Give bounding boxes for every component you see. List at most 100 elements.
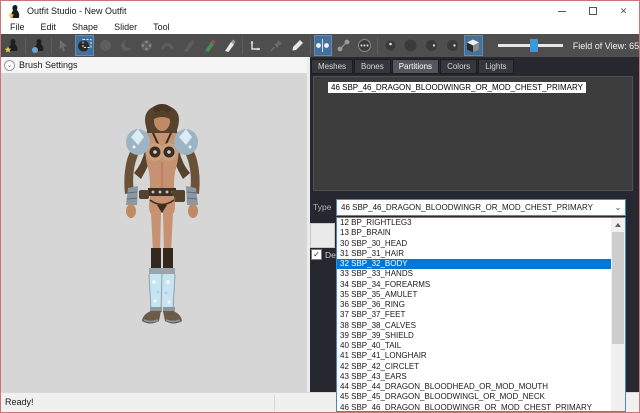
mask-brush-button[interactable] <box>75 35 94 56</box>
menu-item[interactable]: Edit <box>33 21 65 34</box>
load-reference-button[interactable] <box>29 35 48 56</box>
scroll-up-button[interactable] <box>611 218 625 231</box>
menu-bar: FileEditShapeSliderTool <box>1 21 639 34</box>
circle-filled-icon <box>403 38 418 53</box>
chevron-down-icon[interactable]: ⌄ <box>611 203 625 212</box>
transform-axes-icon <box>248 38 263 53</box>
dropdown-option[interactable]: 44 SBP_44_DRAGON_BLOODHEAD_OR_MOD_MOUTH <box>337 382 625 392</box>
panel-tab[interactable]: Bones <box>354 59 391 74</box>
select-arrow-icon <box>57 39 70 52</box>
status-text: Ready! <box>5 397 34 407</box>
dropdown-option[interactable]: 12 BP_RIGHTLEG3 <box>337 218 625 228</box>
color-brush-button[interactable] <box>200 35 219 56</box>
scrollbar-thumb[interactable] <box>612 232 624 344</box>
panel-tab[interactable]: Lights <box>478 59 513 74</box>
pin-tool-button[interactable] <box>267 35 286 56</box>
toolbar-separator <box>377 37 378 54</box>
circle-dot-icon <box>383 38 398 53</box>
partition-color-swatch[interactable] <box>310 223 335 248</box>
circle-view-1-button[interactable] <box>381 35 400 56</box>
dropdown-option[interactable]: 45 SBP_45_DRAGON_BLOODWINGL_OR_MOD_NECK <box>337 392 625 402</box>
edges-icon <box>336 38 351 53</box>
dropdown-items: 12 BP_RIGHTLEG313 BP_BRAIN30 SBP_30_HEAD… <box>337 218 625 412</box>
chevron-down-icon[interactable]: ⌄ <box>4 60 15 71</box>
maximize-button[interactable] <box>577 1 608 21</box>
weight-brush-button[interactable] <box>179 35 198 56</box>
circle-view-4-button[interactable] <box>443 35 462 56</box>
dropdown-option[interactable]: 33 SBP_33_HANDS <box>337 269 625 279</box>
dropdown-option[interactable]: 46 SBP_46_DRAGON_BLOODWINGR_OR_MOD_CHEST… <box>337 403 625 413</box>
fov-label: Field of View: 65 <box>573 41 639 51</box>
outfit-studio-window: Outfit Studio - New Outfit ✕ FileEditSha… <box>0 0 640 413</box>
dropdown-option[interactable]: 31 SBP_31_HAIR <box>337 249 625 259</box>
deflate-brush-button[interactable] <box>117 35 136 56</box>
deselect-checkbox[interactable]: ✓ <box>311 249 322 260</box>
fov-slider[interactable] <box>498 35 563 56</box>
dropdown-option[interactable]: 36 SBP_36_RING <box>337 300 625 310</box>
status-bar-divider <box>274 395 275 411</box>
character-model <box>87 100 235 336</box>
dropdown-option[interactable]: 41 SBP_41_LONGHAIR <box>337 351 625 361</box>
select-tool-button[interactable] <box>55 35 74 56</box>
minimize-icon <box>558 11 566 12</box>
dropdown-option[interactable]: 32 SBP_32_BODY <box>337 259 625 269</box>
dropdown-scrollbar[interactable] <box>611 218 625 411</box>
load-reference-icon <box>31 38 46 53</box>
menu-item[interactable]: Tool <box>145 21 178 34</box>
toggle-vertices-button[interactable] <box>314 35 333 56</box>
move-brush-icon <box>139 38 154 53</box>
panel-tab[interactable]: Partitions <box>392 59 439 74</box>
smooth-brush-button[interactable] <box>158 35 177 56</box>
menu-item[interactable]: File <box>2 21 33 34</box>
circle-view-3-button[interactable] <box>422 35 441 56</box>
dropdown-option[interactable]: 42 SBP_42_CIRCLET <box>337 362 625 372</box>
alpha-brush-icon <box>222 38 237 53</box>
dropdown-option[interactable]: 38 SBP_38_CALVES <box>337 321 625 331</box>
circle-dot-right-icon <box>424 38 439 53</box>
partition-type-combobox[interactable]: 46 SBP_46_DRAGON_BLOODWINGR_OR_MOD_CHEST… <box>336 199 626 216</box>
perspective-toggle-button[interactable] <box>464 35 483 56</box>
maximize-icon <box>589 7 597 15</box>
vertex-pen-button[interactable] <box>288 35 307 56</box>
load-project-icon <box>5 38 20 53</box>
toggle-edges-button[interactable] <box>334 35 353 56</box>
transform-tool-button[interactable] <box>246 35 265 56</box>
load-project-button[interactable] <box>3 35 22 56</box>
mask-brush-icon <box>77 38 92 53</box>
alpha-brush-button[interactable] <box>221 35 240 56</box>
menu-item[interactable]: Slider <box>106 21 145 34</box>
viewport-3d[interactable] <box>1 74 307 392</box>
dropdown-option[interactable]: 37 SBP_37_FEET <box>337 310 625 320</box>
brush-options-button[interactable] <box>355 35 374 56</box>
close-button[interactable]: ✕ <box>608 1 639 21</box>
fov-slider-thumb[interactable] <box>530 39 538 52</box>
partition-tree[interactable]: 46 SBP_46_DRAGON_BLOODWINGR_OR_MOD_CHEST… <box>313 76 633 191</box>
minimize-button[interactable] <box>546 1 577 21</box>
dropdown-option[interactable]: 39 SBP_39_SHIELD <box>337 331 625 341</box>
app-logo-icon <box>8 4 21 19</box>
vertices-icon <box>315 38 330 53</box>
panel-tab[interactable]: Meshes <box>311 59 353 74</box>
circle-view-2-button[interactable] <box>402 35 421 56</box>
menu-item[interactable]: Shape <box>64 21 106 34</box>
smooth-brush-icon <box>160 38 175 53</box>
vertex-pen-icon <box>290 38 305 53</box>
brush-settings-header[interactable]: ⌄ Brush Settings <box>1 57 307 74</box>
move-brush-button[interactable] <box>138 35 157 56</box>
deflate-brush-icon <box>119 38 134 53</box>
inflate-brush-icon <box>98 38 113 53</box>
dropdown-option[interactable]: 40 SBP_40_TAIL <box>337 341 625 351</box>
inflate-brush-button[interactable] <box>96 35 115 56</box>
close-icon: ✕ <box>620 7 628 16</box>
dropdown-option[interactable]: 30 SBP_30_HEAD <box>337 239 625 249</box>
dropdown-option[interactable]: 34 SBP_34_FOREARMS <box>337 280 625 290</box>
dropdown-option[interactable]: 35 SBP_35_AMULET <box>337 290 625 300</box>
dropdown-option[interactable]: 13 BP_BRAIN <box>337 228 625 238</box>
title-bar[interactable]: Outfit Studio - New Outfit ✕ <box>1 1 639 21</box>
toolbar-separator <box>310 37 311 54</box>
panel-tab[interactable]: Colors <box>440 59 477 74</box>
partition-tree-selected-item[interactable]: 46 SBP_46_DRAGON_BLOODWINGR_OR_MOD_CHEST… <box>328 82 586 93</box>
panel-tabs: MeshesBonesPartitionsColorsLights <box>311 59 515 74</box>
brush-settings-label: Brush Settings <box>19 60 78 70</box>
dropdown-option[interactable]: 43 SBP_43_EARS <box>337 372 625 382</box>
